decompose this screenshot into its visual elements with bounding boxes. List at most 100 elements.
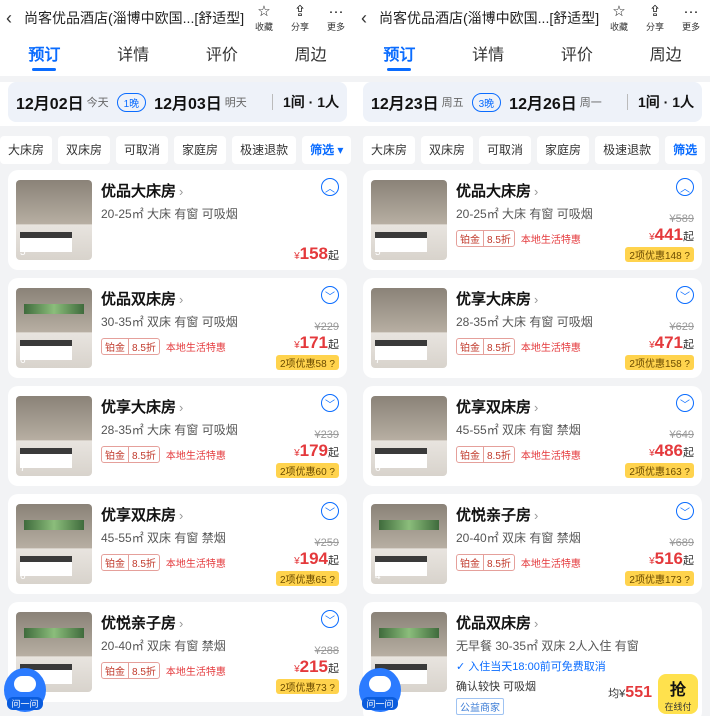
more-button[interactable]: ··· 更多 bbox=[678, 4, 704, 33]
collapse-icon[interactable]: ︿ bbox=[321, 178, 339, 196]
platinum-badge: 铂金 8.5折 bbox=[101, 554, 160, 571]
rooms-guests[interactable]: 1间 · 1人 bbox=[638, 92, 694, 112]
room-photo[interactable]: 6 bbox=[16, 504, 92, 584]
back-arrow-icon[interactable]: ‹ bbox=[6, 8, 24, 29]
room-photo[interactable]: 6 bbox=[371, 396, 447, 476]
share-icon: ⇪ bbox=[293, 2, 307, 20]
favorite-button[interactable]: ☆ 收藏 bbox=[251, 4, 277, 33]
tab-booking[interactable]: 预订 bbox=[28, 41, 60, 71]
room-name: 优品双床房 › bbox=[456, 615, 539, 632]
local-deal-label: 本地生活特惠 bbox=[520, 559, 581, 570]
tab-nearby[interactable]: 周边 bbox=[295, 41, 327, 71]
room-card[interactable]: 6 优品双床房 › 30-35㎡ 双床 有窗 可吸烟 铂金 8.5折 本地生活特惠 ﹀… bbox=[8, 278, 347, 378]
chevron-right-icon: › bbox=[179, 508, 184, 523]
room-name: 优品双床房 › bbox=[101, 291, 184, 308]
promo-badge[interactable]: 2项优惠65 ? bbox=[275, 571, 339, 586]
price-box: ¥158起 bbox=[294, 244, 339, 264]
room-photo[interactable]: 6 bbox=[16, 288, 92, 368]
filter-chip[interactable]: 极速退款 bbox=[595, 136, 660, 164]
room-card[interactable]: 6 优享双床房 › 45-55㎡ 双床 有窗 禁烟 铂金 8.5折 本地生活特惠 ﹀ … bbox=[8, 494, 347, 594]
local-deal-label: 本地生活特惠 bbox=[520, 451, 581, 462]
hotel-title: 尚客优品酒店(淄博中欧国...[舒适型] bbox=[24, 10, 245, 26]
filter-chip[interactable]: 双床房 bbox=[58, 136, 111, 164]
expand-icon[interactable]: ﹀ bbox=[321, 502, 339, 520]
rooms-guests[interactable]: 1间 · 1人 bbox=[283, 92, 339, 112]
room-card[interactable]: 6 优享双床房 › 45-55㎡ 双床 有窗 禁烟 铂金 8.5折 本地生活特惠 ﹀ … bbox=[363, 386, 702, 486]
room-card[interactable]: 5 优品大床房 › 20-25㎡ 大床 有窗 可吸烟 ︿ ¥158起 bbox=[8, 170, 347, 270]
room-name: 优享双床房 › bbox=[456, 399, 539, 416]
average-price: 均¥551 bbox=[608, 684, 652, 701]
checkin-sub: 周五 bbox=[441, 97, 464, 109]
tab-bar: 预订 详情 评价 周边 bbox=[355, 36, 710, 76]
room-card[interactable]: 5 优品大床房 › 20-25㎡ 大床 有窗 可吸烟 铂金 8.5折 本地生活特惠 ︿… bbox=[363, 170, 702, 270]
room-photo[interactable]: 7 bbox=[16, 396, 92, 476]
tab-nearby[interactable]: 周边 bbox=[650, 41, 682, 71]
more-button[interactable]: ··· 更多 bbox=[323, 4, 349, 33]
price-box: ¥689 ¥516起 2项优惠173 ? bbox=[625, 537, 694, 588]
room-card[interactable]: 优悦亲子房 › 20-40㎡ 双床 有窗 禁烟 铂金 8.5折 本地生活特惠 ﹀ ¥2… bbox=[8, 602, 347, 702]
chevron-right-icon: › bbox=[179, 616, 184, 631]
price-box: ¥589 ¥441起 2项优惠148 ? bbox=[625, 213, 694, 264]
room-photo[interactable]: 5 bbox=[16, 180, 92, 260]
tab-reviews[interactable]: 评价 bbox=[206, 41, 238, 71]
filter-chip[interactable]: 可取消 bbox=[479, 136, 532, 164]
share-button[interactable]: ⇪ 分享 bbox=[642, 4, 668, 33]
chevron-right-icon: › bbox=[179, 400, 184, 415]
platinum-badge: 铂金 8.5折 bbox=[456, 446, 515, 463]
share-button[interactable]: ⇪ 分享 bbox=[287, 4, 313, 33]
back-arrow-icon[interactable]: ‹ bbox=[361, 8, 379, 29]
chevron-right-icon: › bbox=[179, 184, 184, 199]
filter-chip[interactable]: 极速退款 bbox=[232, 136, 297, 164]
filter-chip[interactable]: 双床房 bbox=[421, 136, 474, 164]
promo-badge[interactable]: 2项优惠163 ? bbox=[625, 463, 694, 478]
expand-icon[interactable]: ﹀ bbox=[676, 502, 694, 520]
platinum-badge: 铂金 8.5折 bbox=[456, 338, 515, 355]
filter-chip[interactable]: 家庭房 bbox=[174, 136, 227, 164]
filter-chip[interactable]: 家庭房 bbox=[537, 136, 590, 164]
filter-bar: 大床房 双床房 可取消 家庭房 极速退款 筛选 bbox=[355, 126, 710, 164]
promo-badge[interactable]: 2项优惠148 ? bbox=[625, 247, 694, 262]
tab-bar: 预订 详情 评价 周边 bbox=[0, 36, 355, 76]
date-selector[interactable]: 12月02日 今天 1晚 12月03日 明天 1间 · 1人 bbox=[8, 82, 347, 122]
grab-button[interactable]: 抢在线付 bbox=[658, 674, 698, 714]
hotel-title: 尚客优品酒店(淄博中欧国...[舒适型] bbox=[379, 10, 600, 26]
room-card[interactable]: 优品双床房 › 无早餐 30-35㎡ 双床 2人入住 有窗 ✓ 入住当天18:00… bbox=[363, 602, 702, 716]
room-list: 5 优品大床房 › 20-25㎡ 大床 有窗 可吸烟 ︿ ¥158起 6 优品双床… bbox=[0, 164, 355, 702]
promo-badge[interactable]: 2项优惠173 ? bbox=[625, 571, 694, 586]
room-card[interactable]: 7 优享大床房 › 28-35㎡ 大床 有窗 可吸烟 铂金 8.5折 本地生活特惠 ﹀… bbox=[363, 278, 702, 378]
tab-booking[interactable]: 预订 bbox=[383, 41, 415, 71]
expand-icon[interactable]: ﹀ bbox=[321, 286, 339, 304]
filter-chip[interactable]: 大床房 bbox=[363, 136, 416, 164]
expand-icon[interactable]: ﹀ bbox=[321, 610, 339, 628]
collapse-icon[interactable]: ︿ bbox=[676, 178, 694, 196]
room-name: 优品大床房 › bbox=[101, 183, 184, 200]
filter-more-button[interactable]: 筛选 bbox=[665, 136, 706, 164]
date-selector[interactable]: 12月23日 周五 3晚 12月26日 周一 1间 · 1人 bbox=[363, 82, 702, 122]
promo-badge[interactable]: 2项优惠73 ? bbox=[275, 679, 339, 694]
tab-details[interactable]: 详情 bbox=[472, 41, 504, 71]
left-panel: ‹ 尚客优品酒店(淄博中欧国...[舒适型] ☆ 收藏 ⇪ 分享 ··· 更多 预订 … bbox=[0, 0, 355, 716]
promo-badge[interactable]: 2项优惠58 ? bbox=[275, 355, 339, 370]
tab-reviews[interactable]: 评价 bbox=[561, 41, 593, 71]
room-card[interactable]: 7 优享大床房 › 28-35㎡ 大床 有窗 可吸烟 铂金 8.5折 本地生活特惠 ﹀… bbox=[8, 386, 347, 486]
room-photo[interactable]: 5 bbox=[371, 180, 447, 260]
expand-icon[interactable]: ﹀ bbox=[321, 394, 339, 412]
tab-details[interactable]: 详情 bbox=[117, 41, 149, 71]
filter-more-button[interactable]: 筛选 ▾ bbox=[302, 136, 352, 164]
room-photo[interactable]: 7 bbox=[371, 288, 447, 368]
assistant-bot-button[interactable]: 问一问 bbox=[359, 668, 401, 712]
assistant-bot-button[interactable]: 问一问 bbox=[4, 668, 46, 712]
checkin-date: 12月02日 bbox=[16, 96, 84, 113]
filter-chip[interactable]: 可取消 bbox=[116, 136, 169, 164]
promo-badge[interactable]: 2项优惠158 ? bbox=[625, 355, 694, 370]
local-deal-label: 本地生活特惠 bbox=[520, 235, 581, 246]
room-price: ¥516起 bbox=[649, 549, 694, 568]
filter-chip[interactable]: 大床房 bbox=[0, 136, 53, 164]
checkout-sub: 明天 bbox=[224, 97, 247, 109]
expand-icon[interactable]: ﹀ bbox=[676, 394, 694, 412]
promo-badge[interactable]: 2项优惠60 ? bbox=[275, 463, 339, 478]
room-card[interactable]: 4 优悦亲子房 › 20-40㎡ 双床 有窗 禁烟 铂金 8.5折 本地生活特惠 ﹀ … bbox=[363, 494, 702, 594]
favorite-button[interactable]: ☆ 收藏 bbox=[606, 4, 632, 33]
expand-icon[interactable]: ﹀ bbox=[676, 286, 694, 304]
room-photo[interactable]: 4 bbox=[371, 504, 447, 584]
